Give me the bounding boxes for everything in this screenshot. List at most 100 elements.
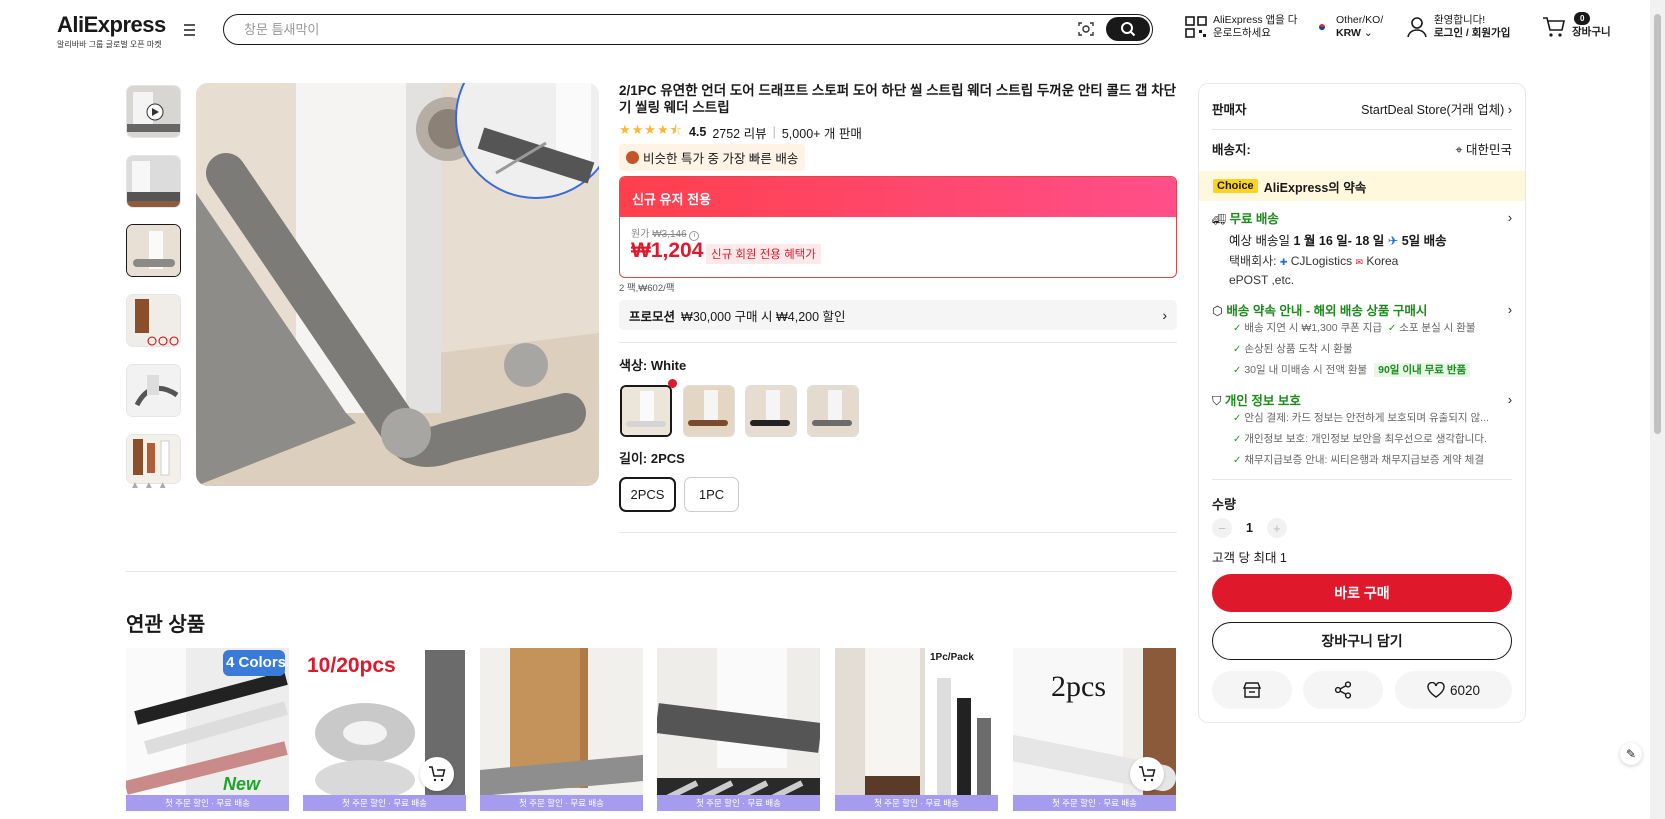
related-product-card[interactable]: 1Pc/Pack 첫 주문 할인 · 무료 배송 xyxy=(835,648,998,811)
chevron-right-icon: › xyxy=(1507,103,1512,117)
promise-item-text: 손상된 상품 도착 시 환불 xyxy=(1244,343,1353,355)
share-button[interactable] xyxy=(1303,671,1383,709)
thumbnail-5[interactable] xyxy=(126,364,181,417)
length-option-1pc[interactable]: 1PC xyxy=(684,477,739,512)
wishlist-button[interactable]: 6020 xyxy=(1395,671,1512,709)
color-swatch-black[interactable] xyxy=(745,385,797,437)
image-search-icon[interactable] xyxy=(1077,21,1095,37)
thumbnail-2[interactable] xyxy=(126,155,181,208)
privacy-item: ✓ 안심 결제: 카드 정보는 안전하게 보호되며 유출되지 않... xyxy=(1233,410,1489,425)
card-label: 1Pc/Pack xyxy=(930,652,974,663)
seller-label: 판매자 xyxy=(1212,103,1247,117)
search-button[interactable] xyxy=(1106,17,1150,41)
privacy-item-text: 개인정보 보호: 개인정보 보안을 최우선으로 생각합니다. xyxy=(1244,433,1487,445)
add-to-cart-button[interactable] xyxy=(420,757,454,791)
rating-value: 4.5 xyxy=(688,125,707,139)
quantity-value[interactable]: 1 xyxy=(1246,521,1253,535)
store-button[interactable] xyxy=(1212,671,1292,709)
add-to-cart-button[interactable] xyxy=(1130,757,1164,791)
add-to-cart-icon xyxy=(429,766,446,782)
eta-prefix: 예상 배송일 xyxy=(1229,234,1290,248)
length-option-2pcs[interactable]: 2PCS xyxy=(619,477,676,512)
free-shipping-label: 무료 배송 xyxy=(1229,212,1279,226)
thumbnail-4[interactable] xyxy=(126,294,181,347)
seller-name[interactable]: StartDeal Store(거래 업체) xyxy=(1361,103,1504,117)
related-product-card[interactable]: 2pcs 첫 주문 할인 · 무료 배송 xyxy=(1013,648,1176,811)
hamburger-menu-icon[interactable] xyxy=(182,22,198,38)
welcome-text: 환영합니다! xyxy=(1434,14,1486,26)
add-to-cart-icon xyxy=(1139,766,1156,782)
promise-item-text: 배송 지연 시 ₩1,300 쿠폰 지급 xyxy=(1244,322,1383,334)
star-rating-icon: ★★★★⯪ xyxy=(619,122,683,137)
promise-item: ✓ 30일 내 미배송 시 전액 환불 90일 이내 무료 반품 xyxy=(1233,362,1471,377)
promotion-bar[interactable]: 프로모션 ₩30,000 구매 시 ₩4,200 할인 › xyxy=(619,300,1177,330)
color-swatch-white[interactable] xyxy=(620,385,672,437)
product-title: 2/1PC 유연한 언더 도어 드래프트 스토퍼 도어 하단 씰 스트립 웨더 … xyxy=(619,83,1177,115)
check-icon: ✓ xyxy=(1233,434,1242,445)
qr-code-icon xyxy=(1185,16,1207,38)
related-product-card[interactable]: 4 Colors New 첫 주문 할인 · 무료 배송 xyxy=(126,648,289,811)
ship-to-label: 배송지: xyxy=(1212,143,1251,157)
related-product-card[interactable]: 첫 주문 할인 · 무료 배송 xyxy=(480,648,643,811)
color-swatch-brown[interactable] xyxy=(683,385,735,437)
related-product-card[interactable]: 10/20pcs 첫 주문 할인 · 무료 배송 xyxy=(303,648,466,811)
truck-icon: 🚚︎ xyxy=(1212,214,1226,226)
buy-now-button[interactable]: 바로 구매 xyxy=(1212,574,1512,612)
max-per-customer: 고객 당 최대 1 xyxy=(1212,551,1287,565)
add-to-cart-button[interactable]: 장바구니 담기 xyxy=(1212,622,1512,660)
user-icon xyxy=(1407,17,1427,38)
free-shipping-row[interactable]: 🚚︎ 무료 배송 › xyxy=(1212,208,1512,227)
sale-price: ₩1,204 xyxy=(631,239,704,262)
locale-line-1: Other/KO/ xyxy=(1336,14,1384,26)
app-download[interactable]: AliExpress 앱을 다 운로드하세요 xyxy=(1185,14,1297,40)
new-badge: New xyxy=(223,774,261,794)
rating-row[interactable]: ★★★★⯪ 4.5 2752 리뷰 | 5,000+ 개 판매 xyxy=(619,121,862,143)
locale-selector[interactable]: Other/KO/KRW ⌄ xyxy=(1314,14,1383,40)
promise-item-text: 30일 내 미배송 시 전액 환불 xyxy=(1244,364,1368,376)
location-pin-icon: ⌖ xyxy=(1455,143,1463,157)
separator: | xyxy=(772,125,776,139)
chevron-right-icon: › xyxy=(1507,210,1512,225)
related-products-title: 연관 상품 xyxy=(126,614,206,636)
card-label: 4 Colors xyxy=(226,654,287,671)
thumbnail-image xyxy=(127,86,180,137)
check-icon: ✓ xyxy=(1387,323,1397,334)
cart-link[interactable]: 0 장바구니 xyxy=(1542,12,1611,39)
page-scrollbar[interactable] xyxy=(1650,0,1665,819)
delivery-promise-row[interactable]: ⬡ 배송 약속 안내 - 해외 배송 상품 구매시 › xyxy=(1212,300,1512,319)
promo-strip: 첫 주문 할인 · 무료 배송 xyxy=(480,795,643,811)
search-input[interactable] xyxy=(244,20,1064,39)
increase-button[interactable]: + xyxy=(1266,518,1287,538)
check-icon: ✓ xyxy=(1233,413,1242,424)
thumbnail-6[interactable] xyxy=(126,434,181,484)
delivery-promise-title: 배송 약속 안내 - 해외 배송 상품 구매시 xyxy=(1226,304,1428,318)
feedback-edit-icon[interactable]: ✎ xyxy=(1620,743,1642,765)
cart-label: 장바구니 xyxy=(1572,26,1611,38)
aliexpress-logo[interactable]: AliExpress 알리바바 그룹 글로벌 오픈 마켓 xyxy=(57,12,166,50)
quantity-stepper: − 1 + xyxy=(1212,518,1287,538)
new-member-price-tag: 신규 회원 전용 혜택가 xyxy=(706,244,821,264)
shield-icon: ⛉ xyxy=(1212,394,1222,408)
privacy-item: ✓ 채무지급보증 안내: 씨티은행과 채무지급보증 계약 체결 xyxy=(1233,452,1484,467)
main-product-image[interactable] xyxy=(196,83,599,486)
free-return-badge: 90일 이내 무료 반품 xyxy=(1374,363,1471,377)
plane-icon: ✈ xyxy=(1387,234,1399,248)
decrease-button[interactable]: − xyxy=(1212,518,1232,538)
thumbnail-scroll-down-icon[interactable]: ▲▲▲ xyxy=(130,480,172,491)
privacy-row[interactable]: ⛉ 개인 정보 보호 › xyxy=(1212,390,1512,409)
app-line-1: AliExpress 앱을 다 xyxy=(1213,14,1298,26)
thumbnail-3-selected[interactable] xyxy=(126,224,181,277)
scroll-thumb[interactable] xyxy=(1654,14,1661,434)
account-menu[interactable]: 환영합니다! 로그인 / 회원가입 xyxy=(1406,14,1510,40)
login-link[interactable]: 로그인 / 회원가입 xyxy=(1434,27,1510,39)
shield-box-icon: ⬡ xyxy=(1212,304,1223,318)
review-count[interactable]: 2752 리뷰 xyxy=(712,123,766,142)
color-swatch-gray[interactable] xyxy=(807,385,859,437)
heart-icon xyxy=(1427,682,1445,698)
seller-row[interactable]: 판매자 StartDeal Store(거래 업체) › xyxy=(1212,99,1512,118)
thumbnail-video[interactable] xyxy=(126,85,181,138)
choice-tag: Choice xyxy=(1213,179,1258,193)
related-product-card[interactable]: 첫 주문 할인 · 무료 배송 xyxy=(657,648,820,811)
choice-text: AliExpress의 약속 xyxy=(1263,180,1367,195)
ship-to-row[interactable]: 배송지: ⌖ 대한민국 xyxy=(1212,139,1512,158)
